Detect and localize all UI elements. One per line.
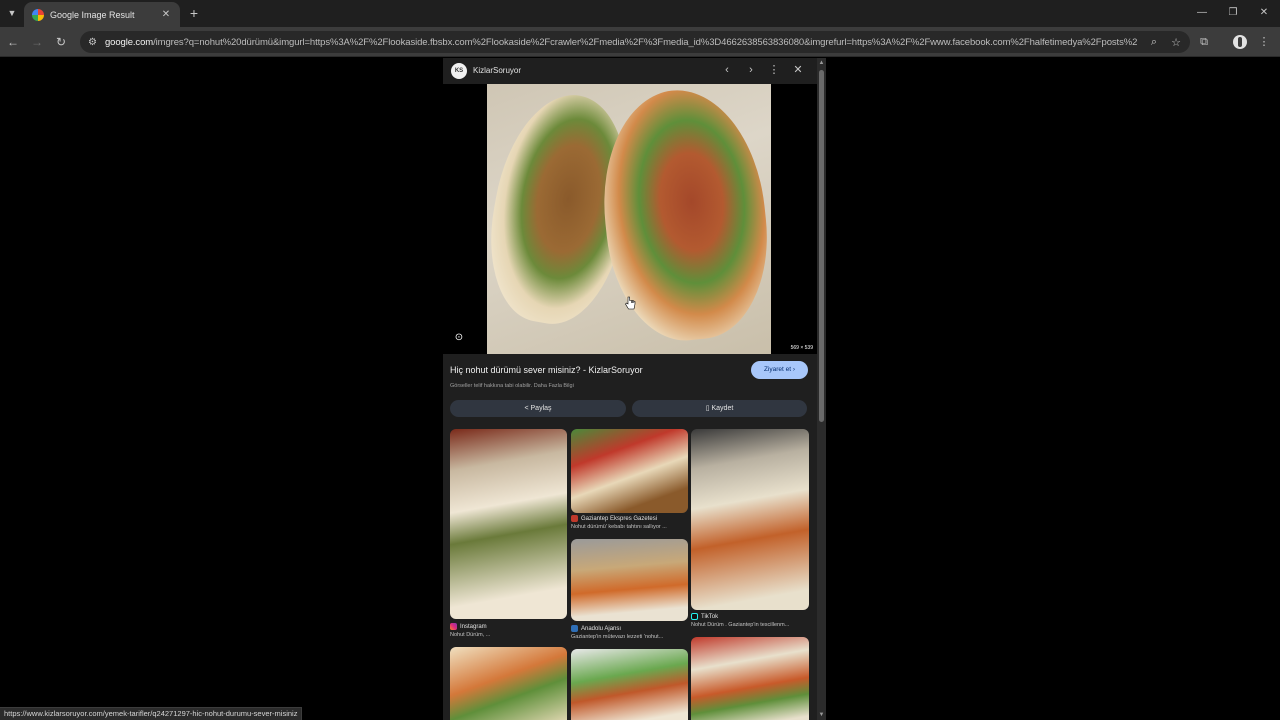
- related-source: Anadolu Ajansı: [571, 625, 621, 632]
- reload-icon[interactable]: ↻: [53, 34, 69, 50]
- site-info-icon[interactable]: ⚙: [88, 37, 97, 48]
- instagram-icon: [450, 623, 457, 630]
- tab-close-icon[interactable]: ✕: [160, 9, 172, 20]
- close-viewer-icon[interactable]: ✕: [791, 63, 805, 77]
- previous-chevron-icon[interactable]: ‹: [720, 63, 734, 77]
- wrap-right: [592, 84, 771, 348]
- hand-cursor-icon: [625, 296, 636, 310]
- related-thumb[interactable]: [450, 647, 567, 720]
- main-image-nohut-durum[interactable]: [487, 84, 771, 354]
- visit-label: Ziyaret et: [763, 366, 792, 373]
- tiktok-icon: [691, 613, 698, 620]
- tab-search-chevron-icon[interactable]: ▼: [4, 5, 20, 21]
- menu-kebab-icon[interactable]: ⋮: [1256, 34, 1272, 50]
- copyright-note: Görseller telif hakkına tabi olabilir. D…: [450, 383, 574, 389]
- profile-avatar-icon[interactable]: [1233, 35, 1247, 49]
- anadolu-icon: [571, 625, 578, 632]
- viewer-header: KS KizlarSoruyor ‹ › ⋮ ✕: [443, 58, 817, 84]
- image-viewer-panel: KS KizlarSoruyor ‹ › ⋮ ✕ ⊙ 569 × 539 Hiç…: [443, 58, 817, 720]
- visit-button[interactable]: Ziyaret et ›: [751, 361, 808, 379]
- share-icon: <: [524, 405, 529, 412]
- related-caption: Nohut dürümü' kebabı tahtını sallıyor ..…: [571, 524, 667, 530]
- next-chevron-icon[interactable]: ›: [744, 63, 758, 77]
- viewer-scrollbar[interactable]: ▲ ▼: [817, 58, 826, 720]
- bookmark-star-icon[interactable]: ☆: [1170, 36, 1182, 49]
- main-image-area[interactable]: ⊙ 569 × 539: [443, 84, 817, 354]
- save-button[interactable]: ▯ Kaydet: [632, 400, 807, 417]
- tab-title: Google Image Result: [50, 9, 135, 20]
- scroll-up-arrow-icon[interactable]: ▲: [817, 58, 826, 68]
- restore-icon[interactable]: ❐: [1225, 5, 1241, 21]
- back-arrow-icon[interactable]: ←: [5, 34, 21, 50]
- related-source: Gaziantep Ekspres Gazetesi: [571, 515, 657, 522]
- source-avatar-icon[interactable]: KS: [451, 63, 467, 79]
- scroll-thumb[interactable]: [819, 70, 824, 422]
- tab-strip: ▼ Google Image Result ✕ + — ❐ ✕: [0, 0, 1280, 27]
- link-status-bar: https://www.kizlarsoruyor.com/yemek-tari…: [0, 707, 303, 720]
- related-caption: Nohut Dürüm, ...: [450, 632, 491, 638]
- bookmark-icon: ▯: [705, 405, 710, 412]
- more-options-icon[interactable]: ⋮: [767, 63, 781, 77]
- related-thumb[interactable]: [691, 637, 809, 720]
- extensions-puzzle-icon[interactable]: ⧉: [1196, 34, 1212, 50]
- tab-google-image-result[interactable]: Google Image Result ✕: [24, 2, 180, 27]
- image-title[interactable]: Hiç nohut dürümü sever misiniz? - Kizlar…: [450, 365, 643, 375]
- share-label: Paylaş: [530, 405, 552, 412]
- related-thumb[interactable]: [691, 429, 809, 610]
- related-thumb[interactable]: [571, 429, 688, 513]
- url-text: google.com/imgres?q=nohut%20dürümü&imgur…: [104, 36, 1138, 48]
- new-tab-plus-icon[interactable]: +: [186, 5, 202, 21]
- browser-toolbar: ← → ↻ ⚙ google.com/imgres?q=nohut%20dürü…: [0, 27, 1280, 57]
- related-thumb[interactable]: [571, 539, 688, 621]
- related-caption: Gaziantep'in mütevazı lezzeti 'nohut...: [571, 634, 664, 640]
- newspaper-icon: [571, 515, 578, 522]
- related-source: TikTok: [691, 613, 718, 620]
- source-name[interactable]: KizlarSoruyor: [473, 66, 521, 75]
- address-bar[interactable]: ⚙ google.com/imgres?q=nohut%20dürümü&img…: [80, 31, 1190, 53]
- related-thumb[interactable]: [450, 429, 567, 619]
- image-dimensions: 569 × 539: [790, 345, 813, 351]
- scroll-down-arrow-icon[interactable]: ▼: [817, 710, 826, 720]
- lens-search-icon[interactable]: ⊙: [453, 332, 465, 344]
- share-button[interactable]: < Paylaş: [450, 400, 626, 417]
- related-thumb[interactable]: [571, 649, 688, 720]
- save-label: Kaydet: [711, 405, 734, 412]
- window-close-icon[interactable]: ✕: [1256, 5, 1272, 21]
- minimize-icon[interactable]: —: [1194, 5, 1210, 21]
- google-favicon-icon: [32, 8, 44, 21]
- related-caption: Nohut Dürüm . Gaziantep'in tescillenm...: [691, 622, 790, 628]
- forward-arrow-icon[interactable]: →: [29, 34, 45, 50]
- related-source: Instagram: [450, 623, 487, 630]
- zoom-search-icon[interactable]: ⌕: [1148, 36, 1160, 49]
